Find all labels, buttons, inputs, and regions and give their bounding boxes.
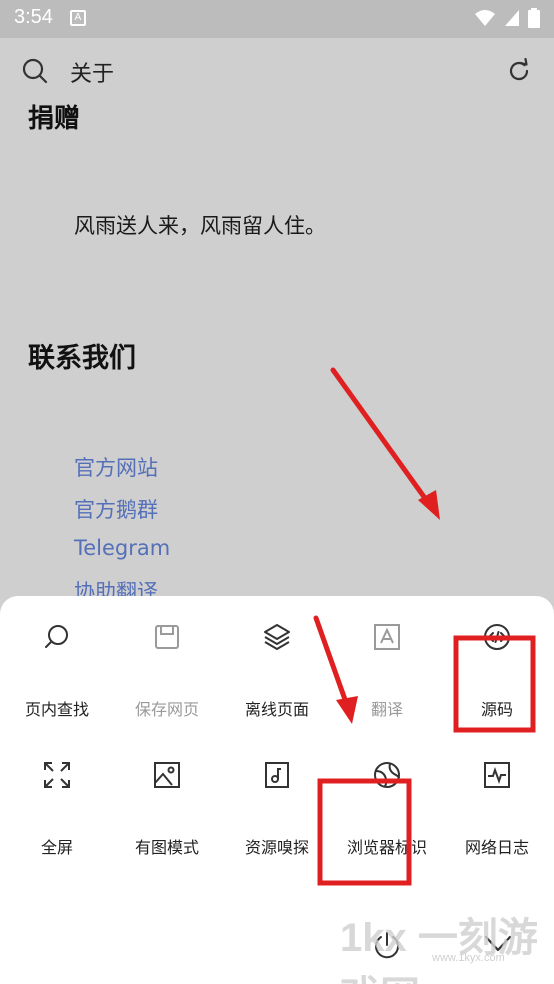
menu-label: 离线页面	[244, 700, 309, 719]
link-official-site[interactable]: 官方网站	[74, 452, 158, 482]
menu-user-agent[interactable]: 浏览器标识	[332, 734, 442, 864]
save-icon	[155, 625, 179, 649]
menu-resource-sniffer[interactable]: 资源嗅探	[222, 734, 332, 864]
menu-label: 网络日志	[464, 838, 529, 857]
signal-icon	[505, 10, 519, 26]
browser-toolbar: 关于	[0, 38, 554, 104]
battery-icon	[528, 8, 540, 28]
menu-label: 页内查找	[24, 700, 89, 719]
menu-label: 有图模式	[134, 838, 199, 857]
menu-save-page[interactable]: 保存网页	[112, 596, 222, 726]
menu-find-in-page[interactable]: 页内查找	[2, 596, 112, 726]
menu-label: 翻译	[370, 700, 403, 719]
pulse-icon	[484, 762, 510, 788]
watermark-url: www.1kyx.com	[432, 952, 505, 964]
translate-icon	[374, 624, 400, 650]
page-content: 捐赠 风雨送人来，风雨留人住。 联系我们 官方网站 官方鹅群 Telegram …	[0, 96, 554, 606]
menu-offline-pages[interactable]: 离线页面	[222, 596, 332, 726]
menu-label: 全屏	[40, 838, 73, 857]
layers-icon	[264, 624, 290, 650]
menu-label: 源码	[480, 700, 513, 719]
status-time: 3:54	[14, 6, 53, 28]
status-bar: 3:54 A	[0, 0, 554, 38]
page-title[interactable]: 关于	[70, 56, 114, 88]
menu-image-mode[interactable]: 有图模式	[112, 734, 222, 864]
link-official-group[interactable]: 官方鹅群	[74, 494, 158, 524]
fullscreen-icon	[44, 762, 70, 788]
search-icon	[45, 625, 68, 648]
menu-label: 保存网页	[134, 700, 199, 719]
search-icon[interactable]	[22, 58, 48, 84]
contact-heading: 联系我们	[28, 343, 136, 374]
globe-icon	[374, 762, 400, 788]
donate-heading: 捐赠	[28, 104, 81, 134]
menu-label: 浏览器标识	[346, 838, 427, 857]
notification-icon: A	[70, 10, 86, 26]
wifi-icon	[475, 10, 495, 26]
menu-fullscreen[interactable]: 全屏	[2, 734, 112, 864]
music-file-icon	[265, 762, 289, 788]
refresh-icon[interactable]	[506, 58, 532, 84]
menu-label: 资源嗅探	[244, 838, 309, 857]
menu-view-source[interactable]: 源码	[442, 596, 552, 726]
link-telegram[interactable]: Telegram	[74, 536, 170, 560]
watermark: 1kx 一刻游戏网	[340, 916, 538, 984]
code-icon	[484, 624, 510, 650]
menu-network-log[interactable]: 网络日志	[442, 734, 552, 864]
quote-text: 风雨送人来，风雨留人住。	[74, 214, 326, 238]
menu-translate[interactable]: 翻译	[332, 596, 442, 726]
image-icon	[154, 762, 180, 788]
system-icons	[474, 8, 540, 28]
